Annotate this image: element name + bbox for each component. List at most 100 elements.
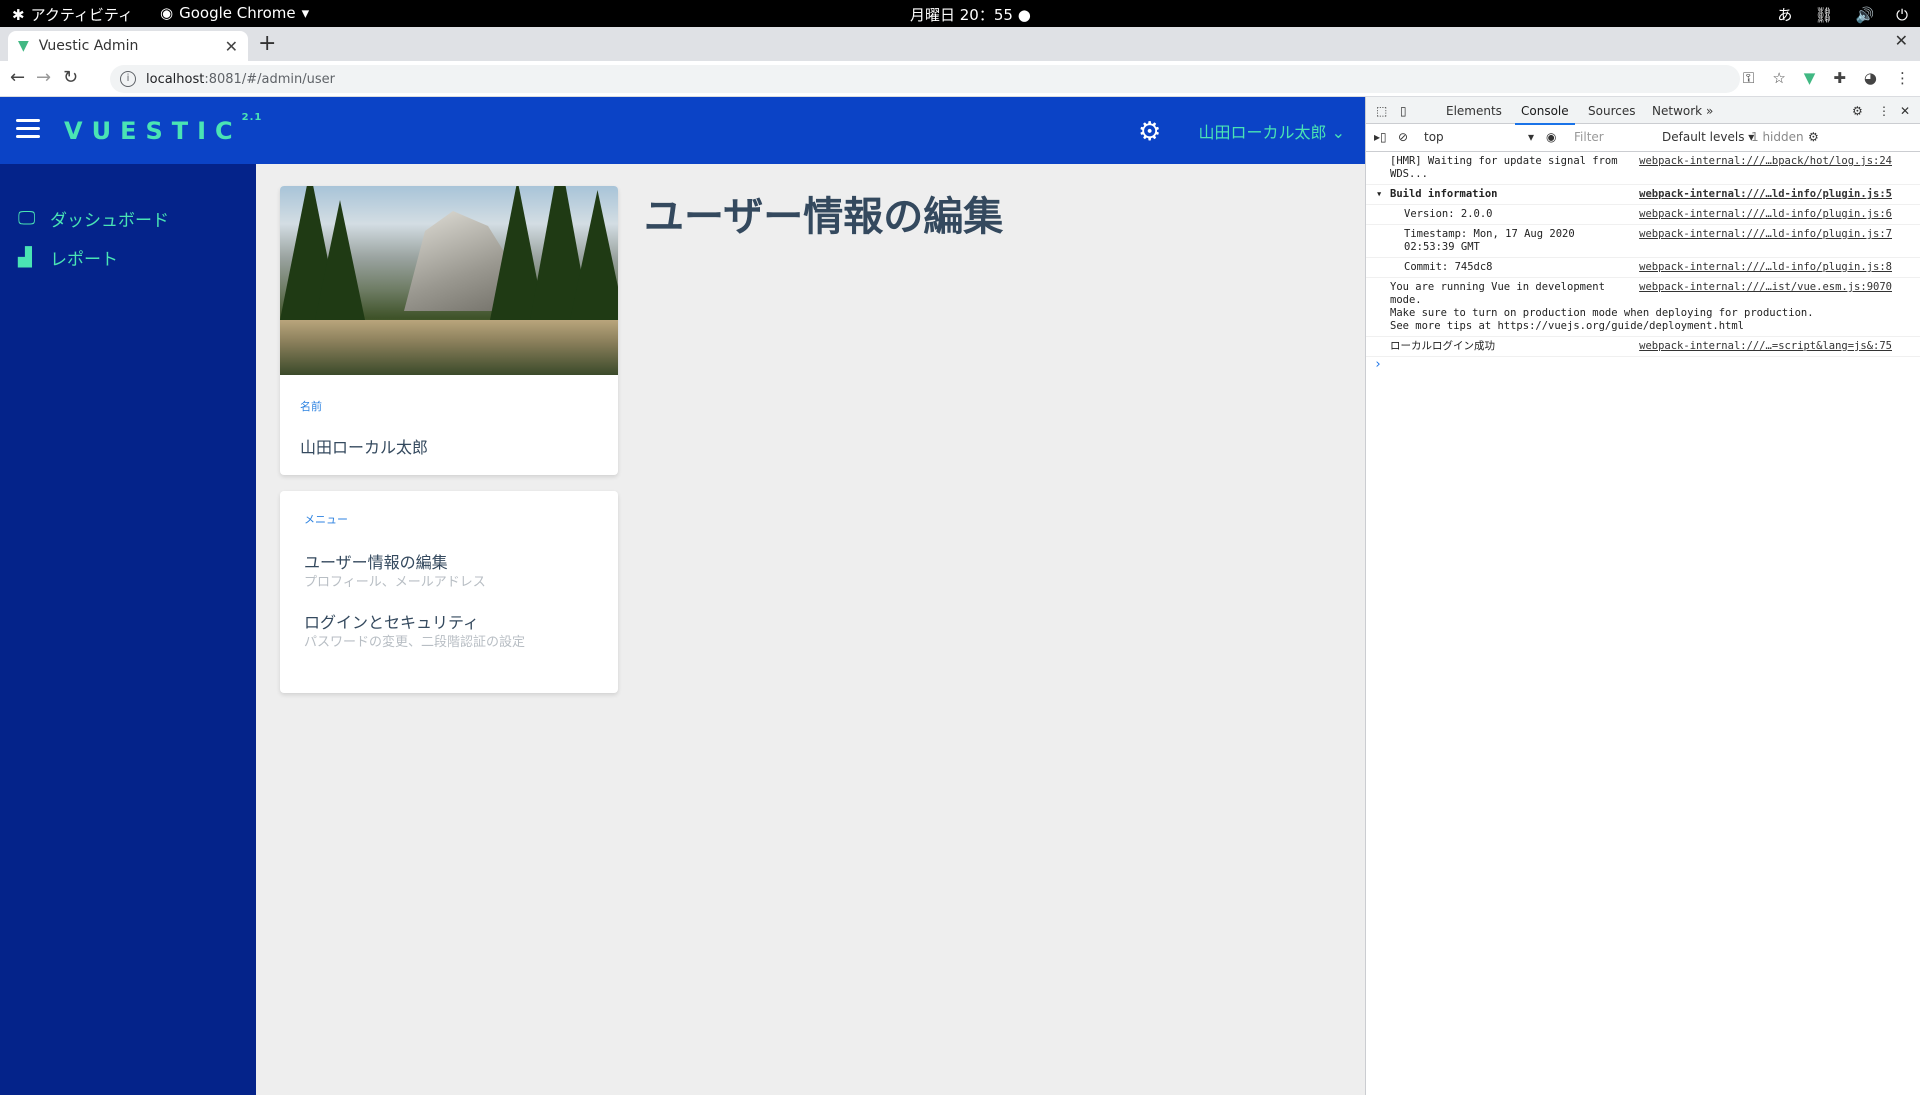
tab-sources[interactable]: Sources	[1588, 104, 1635, 118]
log-group-row[interactable]: ▾ Build information webpack-internal:///…	[1366, 185, 1920, 205]
browser-toolbar: ← → ↻ i localhost:8081/#/admin/user ⚿ ☆ …	[0, 61, 1920, 97]
tab-elements[interactable]: Elements	[1446, 104, 1502, 118]
filter-input[interactable]: Filter	[1574, 130, 1654, 144]
window-close-button[interactable]: ✕	[1895, 31, 1908, 50]
sidebar-item-label: レポート	[50, 250, 118, 270]
log-message: Commit: 745dc8	[1404, 261, 1493, 273]
log-row: Version: 2.0.0 webpack-internal:///…ld-i…	[1366, 205, 1920, 225]
new-tab-button[interactable]: +	[258, 31, 276, 56]
log-source-link[interactable]: webpack-internal:///…ld-info/plugin.js:7	[1639, 228, 1892, 241]
chrome-icon: ◉	[160, 4, 174, 22]
log-message: You are running Vue in development mode.	[1390, 281, 1612, 306]
sidebar-item-report[interactable]: ▟ レポート	[18, 245, 118, 271]
console-prompt[interactable]: ›	[1366, 357, 1920, 372]
activities-label: アクティビティ	[30, 6, 134, 24]
web-page: VUESTIC2.1 ⚙ 山田ローカル太郎 ⌄ 🖵 ダッシュボード ▟ レポート…	[0, 97, 1365, 1095]
logo-text: VUESTIC	[64, 117, 242, 145]
menu-label: メニュー	[304, 513, 348, 526]
clock[interactable]: 月曜日 20：55 ●	[910, 4, 1031, 25]
close-icon[interactable]: ✕	[1900, 104, 1910, 118]
sidebar-item-label: ダッシュボード	[50, 211, 169, 231]
bar-chart-icon: ▟	[18, 246, 32, 268]
more-tabs-icon[interactable]: »	[1706, 104, 1713, 118]
activities-icon: ✱	[12, 5, 25, 24]
info-icon[interactable]: i	[120, 71, 136, 87]
tab-console[interactable]: Console	[1515, 104, 1575, 125]
log-message: Timestamp: Mon, 17 Aug 2020 02:53:39 GMT	[1404, 228, 1582, 253]
inspect-icon[interactable]: ⬚	[1376, 104, 1387, 118]
address-bar[interactable]: i localhost:8081/#/admin/user	[110, 65, 1740, 93]
back-icon[interactable]: ←	[10, 67, 25, 88]
app-menu[interactable]: ◉ Google Chrome ▾	[160, 4, 309, 22]
log-source-link[interactable]: webpack-internal:///…ist/vue.esm.js:9070	[1639, 281, 1892, 294]
volume-icon[interactable]: 🔊	[1855, 6, 1874, 24]
expand-arrow-icon[interactable]: ▾	[1376, 188, 1382, 201]
extensions-icon[interactable]: ✚	[1833, 69, 1846, 87]
log-message: Make sure to turn on production mode whe…	[1390, 307, 1814, 319]
main-content: 名前 山田ローカル太郎 メニュー ユーザー情報の編集 プロフィール、メールアドレ…	[256, 164, 1365, 1095]
more-icon[interactable]: ⋮	[1878, 104, 1890, 118]
console-toolbar: ▸▯ ⊘ top ▾ ◉ Filter Default levels ▾ 1 hi…	[1366, 124, 1920, 152]
star-icon[interactable]: ☆	[1772, 69, 1785, 87]
log-source-link[interactable]: webpack-internal:///…ld-info/plugin.js:6	[1639, 208, 1892, 221]
browser-tab[interactable]: ▼ Vuestic Admin ✕	[8, 31, 248, 61]
devtools-panel: ⬚ ▯ Elements Console Sources Network » ⚙…	[1365, 97, 1920, 1095]
toolbar-icons: ⚿ ☆ ▼ ✚ ◕ ⋮	[1743, 69, 1910, 87]
menu-item-edit-profile[interactable]: ユーザー情報の編集	[304, 549, 448, 573]
activities-button[interactable]: ✱ アクティビティ	[12, 4, 133, 25]
log-message: See more tips at https://vuejs.org/guide…	[1390, 320, 1745, 332]
log-message: [HMR] Waiting for update signal from WDS…	[1390, 155, 1624, 180]
sidebar-item-dashboard[interactable]: 🖵 ダッシュボード	[18, 206, 169, 232]
log-source-link[interactable]: webpack-internal:///…bpack/hot/log.js:24	[1639, 155, 1892, 168]
user-menu[interactable]: 山田ローカル太郎 ⌄	[1198, 119, 1345, 143]
profile-card: 名前 山田ローカル太郎	[280, 186, 618, 475]
settings-icon[interactable]: ⚙	[1852, 104, 1863, 118]
log-message: Version: 2.0.0	[1404, 208, 1493, 220]
console-settings-icon[interactable]: ⚙	[1808, 130, 1819, 144]
profile-icon[interactable]: ◕	[1864, 69, 1877, 87]
page-title: ユーザー情報の編集	[644, 194, 1004, 240]
vuestic-logo[interactable]: VUESTIC2.1	[64, 112, 262, 145]
system-tray[interactable]: あ ⛓ 🔊 ⏻	[1777, 4, 1908, 25]
app-header: VUESTIC2.1 ⚙ 山田ローカル太郎 ⌄	[0, 97, 1365, 164]
log-source-link[interactable]: webpack-internal:///…=script&lang=js&:75	[1639, 340, 1892, 353]
monitor-icon: 🖵	[18, 207, 36, 229]
menu-toggle-icon[interactable]	[16, 119, 40, 139]
log-row: ローカルログイン成功 webpack-internal:///…=script&…	[1366, 337, 1920, 357]
url-path: :8081/#/admin/user	[204, 71, 335, 87]
sidebar-toggle-icon[interactable]: ▸▯	[1374, 130, 1387, 144]
clear-console-icon[interactable]: ⊘	[1398, 130, 1408, 144]
clock-label: 月曜日 20：55	[910, 6, 1013, 24]
context-value: top	[1424, 130, 1444, 144]
menu-item-security[interactable]: ログインとセキュリティ	[304, 609, 479, 633]
log-source-link[interactable]: webpack-internal:///…ld-info/plugin.js:5	[1639, 188, 1892, 201]
console-log: [HMR] Waiting for update signal from WDS…	[1366, 152, 1920, 372]
reload-icon[interactable]: ↻	[63, 67, 78, 88]
name-value: 山田ローカル太郎	[300, 438, 429, 457]
tab-title: Vuestic Admin	[38, 38, 139, 54]
log-row: Commit: 745dc8 webpack-internal:///…ld-i…	[1366, 258, 1920, 278]
chevron-down-icon: ▾	[301, 4, 310, 22]
tab-network[interactable]: Network	[1652, 104, 1702, 118]
vue-devtools-icon[interactable]: ▼	[1804, 69, 1816, 87]
log-row: Timestamp: Mon, 17 Aug 2020 02:53:39 GMT…	[1366, 225, 1920, 258]
more-icon[interactable]: ⋮	[1895, 69, 1910, 87]
tab-strip: ▼ Vuestic Admin ✕	[0, 27, 1920, 61]
ime-indicator[interactable]: あ	[1777, 4, 1792, 25]
device-toggle-icon[interactable]: ▯	[1400, 104, 1407, 118]
forward-icon[interactable]: →	[36, 67, 51, 88]
log-source-link[interactable]: webpack-internal:///…ld-info/plugin.js:8	[1639, 261, 1892, 274]
context-select[interactable]: top ▾	[1424, 130, 1534, 144]
eye-icon[interactable]: ◉	[1546, 130, 1556, 144]
log-levels-select[interactable]: Default levels ▾	[1662, 130, 1754, 144]
close-tab-icon[interactable]: ✕	[225, 37, 238, 56]
devtools-tab-bar: ⬚ ▯ Elements Console Sources Network » ⚙…	[1366, 97, 1920, 125]
app-menu-label: Google Chrome	[179, 4, 296, 22]
key-icon[interactable]: ⚿	[1743, 69, 1754, 87]
power-icon[interactable]: ⏻	[1896, 6, 1908, 24]
menu-item-sub: パスワードの変更、二段階認証の設定	[304, 635, 526, 650]
os-top-bar: ✱ アクティビティ ◉ Google Chrome ▾ 月曜日 20：55 ● …	[0, 0, 1920, 27]
network-icon[interactable]: ⛓	[1814, 6, 1833, 24]
gear-icon[interactable]: ⚙	[1138, 117, 1161, 147]
logo-version: 2.1	[241, 112, 263, 123]
